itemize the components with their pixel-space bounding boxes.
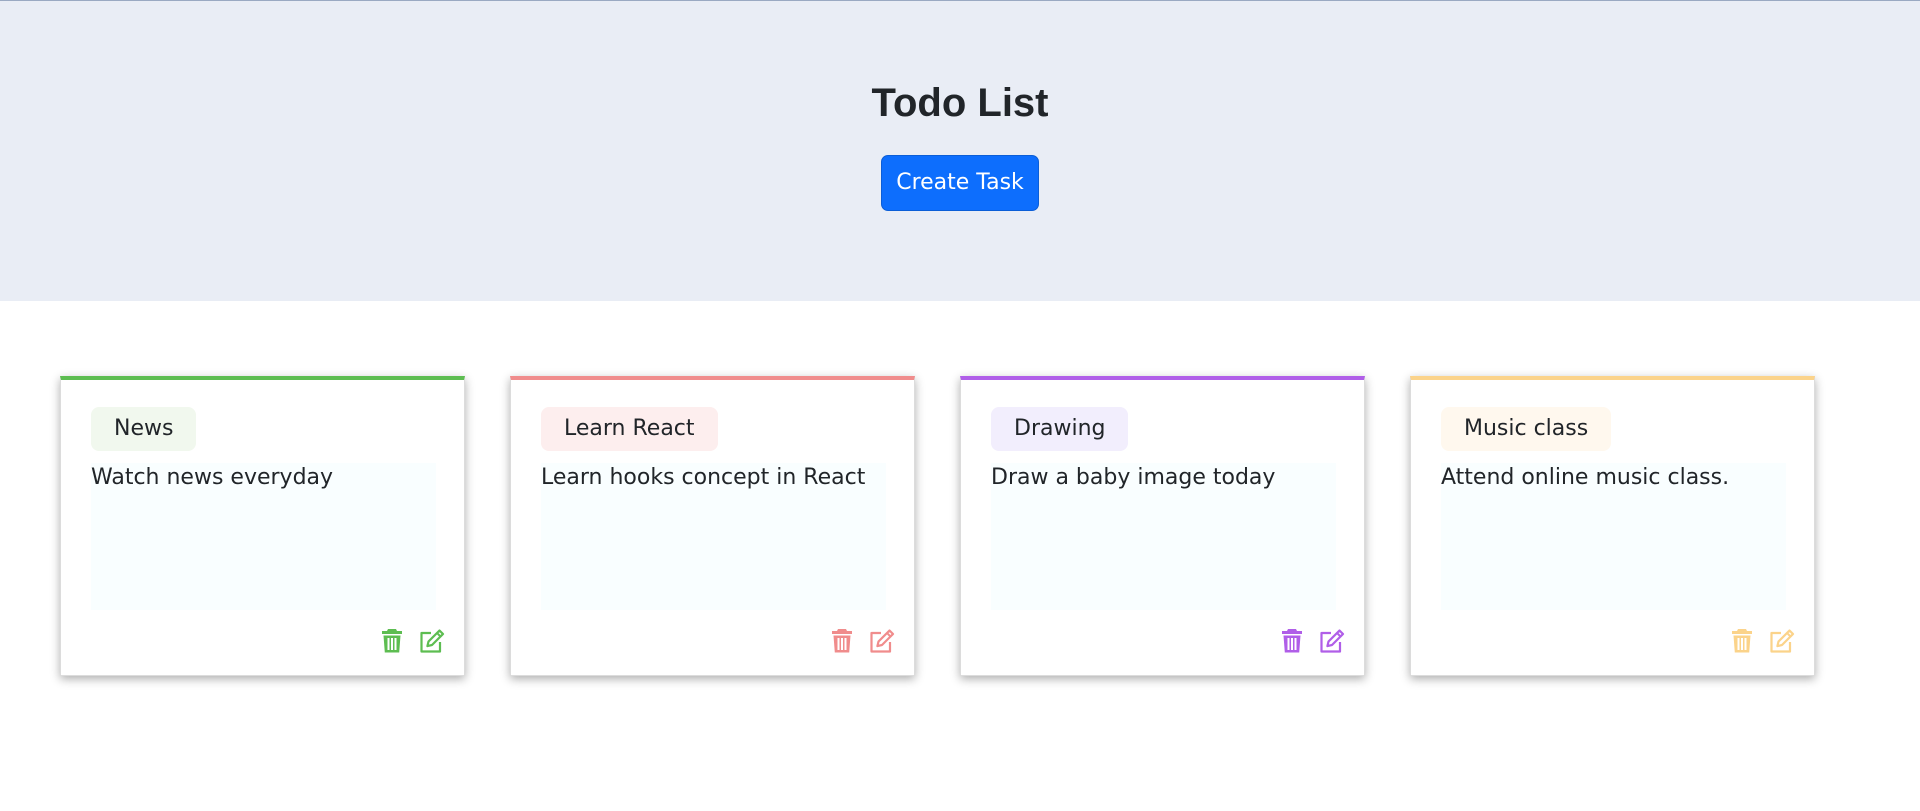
task-tag: Learn React bbox=[541, 407, 718, 451]
task-card: Learn React Learn hooks concept in React bbox=[510, 376, 915, 676]
trash-icon[interactable] bbox=[1277, 627, 1307, 655]
task-description: Learn hooks concept in React bbox=[541, 465, 866, 490]
task-card-list: News Watch news everyday Learn React Lea… bbox=[60, 376, 1860, 676]
trash-icon[interactable] bbox=[377, 627, 407, 655]
task-description: Draw a baby image today bbox=[991, 465, 1276, 490]
page-title: Todo List bbox=[871, 81, 1049, 125]
task-actions bbox=[1277, 627, 1347, 655]
task-card: News Watch news everyday bbox=[60, 376, 465, 676]
task-description-box: Watch news everyday bbox=[91, 463, 436, 610]
task-description-box: Learn hooks concept in React bbox=[541, 463, 886, 610]
task-description: Attend online music class. bbox=[1441, 465, 1730, 490]
header: Todo List Create Task bbox=[0, 0, 1920, 301]
task-actions bbox=[1727, 627, 1797, 655]
create-task-button[interactable]: Create Task bbox=[881, 155, 1039, 211]
edit-icon[interactable] bbox=[1767, 627, 1797, 655]
task-tag: Drawing bbox=[991, 407, 1129, 451]
task-description-box: Draw a baby image today bbox=[991, 463, 1336, 610]
edit-icon[interactable] bbox=[1317, 627, 1347, 655]
edit-icon[interactable] bbox=[417, 627, 447, 655]
task-actions bbox=[827, 627, 897, 655]
task-card: Music class Attend online music class. bbox=[1410, 376, 1815, 676]
task-description: Watch news everyday bbox=[91, 465, 334, 490]
task-actions bbox=[377, 627, 447, 655]
task-card: Drawing Draw a baby image today bbox=[960, 376, 1365, 676]
task-tag: News bbox=[91, 407, 197, 451]
trash-icon[interactable] bbox=[1727, 627, 1757, 655]
edit-icon[interactable] bbox=[867, 627, 897, 655]
task-description-box: Attend online music class. bbox=[1441, 463, 1786, 610]
trash-icon[interactable] bbox=[827, 627, 857, 655]
task-tag: Music class bbox=[1441, 407, 1612, 451]
